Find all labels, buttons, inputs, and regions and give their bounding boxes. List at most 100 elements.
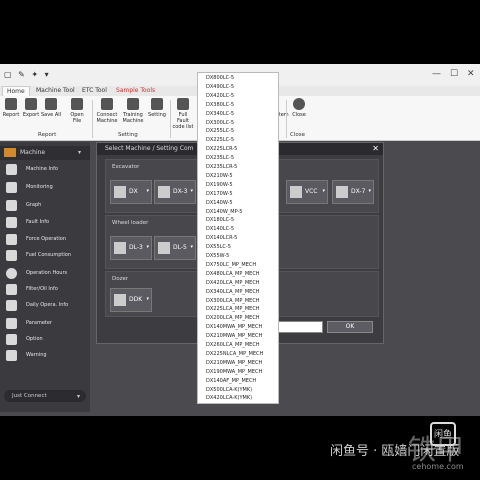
dropdown-item[interactable]: DX380LC-5 [206,102,234,108]
full-fault-code-list-button[interactable]: Full Fault code list [172,98,194,130]
export-button[interactable]: Export [20,98,42,118]
parameter-icon [6,318,17,329]
chevron-down-icon[interactable]: ▾ [146,244,149,250]
dropdown-item[interactable]: DX180LC-5 [206,217,234,223]
dropdown-item[interactable]: DX140LCR-5 [206,235,237,241]
close-button[interactable]: Close [288,98,310,118]
dropdown-item[interactable]: DX750LC_MP_MECH [206,262,256,268]
sidebar-item-filter-oil-info[interactable]: Filter/Oil Info [6,284,86,296]
machine-model-dropdown[interactable]: DX800LC-5 DX490LC-5 DX420LC-5 DX380LC-5 DX34… [197,72,279,404]
dropdown-item[interactable]: DX800LC-5 [206,75,234,81]
dropdown-item[interactable]: DX235LCR-5 [206,164,237,170]
dropdown-item[interactable]: DX200LCA_MP_MECH [206,315,260,321]
clock-icon [6,268,17,279]
chevron-down-icon[interactable]: ▾ [190,188,193,194]
chevron-down-icon[interactable]: ▾ [146,188,149,194]
dropdown-item[interactable]: DX140AF_MP_MECH [206,378,256,384]
machine-button-dx-3[interactable]: DX-3 ▾ [154,180,196,204]
dropdown-item[interactable]: DX210MWA_MP_MECH [206,333,262,339]
sidebar-header[interactable]: Machine ▾ [0,146,90,160]
minimize-button[interactable]: — [432,69,441,79]
chevron-down-icon[interactable]: ▾ [146,296,149,302]
warning-icon [6,350,17,361]
dropdown-item[interactable]: DX300LC-5 [206,120,234,126]
sidebar-item-force-operation[interactable]: Force Operation [6,234,86,246]
dropdown-item[interactable]: DX55W-5 [206,253,229,259]
ribbon-separator [286,100,287,138]
sidebar-item-monitoring[interactable]: Monitoring [6,182,86,194]
report-icon [5,98,17,110]
sidebar-item-operation-hours[interactable]: Operation Hours [6,268,86,280]
sidebar-item-option[interactable]: Option [6,334,86,346]
machine-button-dx-7[interactable]: DX-7 ▾ [332,180,374,204]
ribbon-separator [170,100,171,138]
gear-icon [151,98,163,110]
group-label-report: Report [38,132,57,138]
dropdown-item[interactable]: DX340LCA_MP_MECH [206,289,260,295]
dropdown-item[interactable]: DX140MWA_MP_MECH [206,324,262,330]
wheel-loader-icon [114,242,126,254]
person-icon [6,234,17,245]
connection-mode-select[interactable]: Just Connect ▾ [4,390,86,402]
report-button[interactable]: Report [0,98,22,118]
dropdown-item[interactable]: DX190MWA_MP_MECH [206,369,262,375]
machine-button-ddk[interactable]: DDK ▾ [110,288,152,312]
sidebar-item-daily-opera-info[interactable]: Daily Opera. Info [6,300,86,312]
dropdown-item[interactable]: DX140W-5 [206,200,233,206]
maximize-button[interactable]: ☐ [450,69,458,79]
dropdown-item[interactable]: DX190W-5 [206,182,233,188]
dropdown-item[interactable]: DX490LC-5 [206,84,234,90]
open-file-button[interactable]: Open File [66,98,88,124]
tab-sample-tools[interactable]: Sample Tools [112,86,159,96]
machine-button-dx[interactable]: DX ▾ [110,180,152,204]
chevron-down-icon[interactable]: ▾ [368,188,371,194]
dropdown-item[interactable]: DX225LCR-5 [206,146,237,152]
monitor-icon [6,182,17,193]
dropdown-item[interactable]: DX235LC-5 [206,155,234,161]
training-machine-button[interactable]: Training Machine [122,98,144,124]
dropdown-item[interactable]: DX210MWA_MP_MECH [206,360,262,366]
sidebar-item-machine-info[interactable]: Machine Info [6,164,86,176]
sidebar-item-graph[interactable]: Graph [6,200,86,212]
ok-button[interactable]: OK [327,321,373,333]
dropdown-item[interactable]: DX420LC-5 [206,93,234,99]
close-window-button[interactable]: ✕ [467,69,475,79]
tab-etc-tool[interactable]: ETC Tool [78,86,111,96]
tab-machine-tool[interactable]: Machine Tool [32,86,79,96]
dropdown-item[interactable]: DX225LCA_MP_MECH [206,306,260,312]
tools-icon [6,334,17,345]
ribbon-separator [92,100,93,138]
dropdown-item[interactable]: DX300LCA_MP_MECH [206,298,260,304]
export-icon [25,98,37,110]
machine-button-dl-5[interactable]: DL-5 ▾ [154,236,196,260]
machine-button-dl-3[interactable]: DL-3 ▾ [110,236,152,260]
dropdown-item[interactable]: DX55LC-5 [206,244,231,250]
excavator-icon [158,186,170,198]
dialog-close-button[interactable]: ✕ [372,144,379,153]
dropdown-item[interactable]: DX170W-5 [206,191,233,197]
dropdown-item[interactable]: DX340LC-5 [206,111,234,117]
sidebar-item-parameter[interactable]: Parameter [6,318,86,330]
save-all-button[interactable]: Save All [40,98,62,118]
dropdown-item[interactable]: DX210W-5 [206,173,233,179]
dropdown-item[interactable]: DX140W_MP-5 [206,209,242,215]
dropdown-item[interactable]: DX480LCA_MP_MECH [206,271,260,277]
sidebar-item-fuel-consumption[interactable]: Fuel Consumption [6,250,86,262]
dropdown-item[interactable]: DX260LCA_MP_MECH [206,342,260,348]
dropdown-item[interactable]: DX255LC-5 [206,128,234,134]
machine-button-vcc[interactable]: VCC ▾ [286,180,328,204]
dropdown-item[interactable]: DX420LCA_MP_MECH [206,280,260,286]
setting-button[interactable]: Setting [146,98,168,118]
connect-machine-button[interactable]: Connect Machine [96,98,118,124]
setting-input[interactable] [277,321,323,333]
sidebar-item-warning[interactable]: Warning [6,350,86,362]
dropdown-item[interactable]: DX500LCA-K(YMK) [206,387,252,393]
sidebar-item-fault-info[interactable]: Fault Info [6,217,86,229]
dropdown-item[interactable]: DX225LC-5 [206,137,234,143]
dropdown-item[interactable]: DX420LCA-K(YMK) [206,395,252,401]
dropdown-item[interactable]: DX140LC-5 [206,226,234,232]
quick-access-toolbar[interactable]: ▢ ✎ ✦ ▾ [4,70,51,79]
chevron-down-icon[interactable]: ▾ [190,244,193,250]
dropdown-item[interactable]: DX225NLCA_MP_MECH [206,351,263,357]
chevron-down-icon[interactable]: ▾ [322,188,325,194]
